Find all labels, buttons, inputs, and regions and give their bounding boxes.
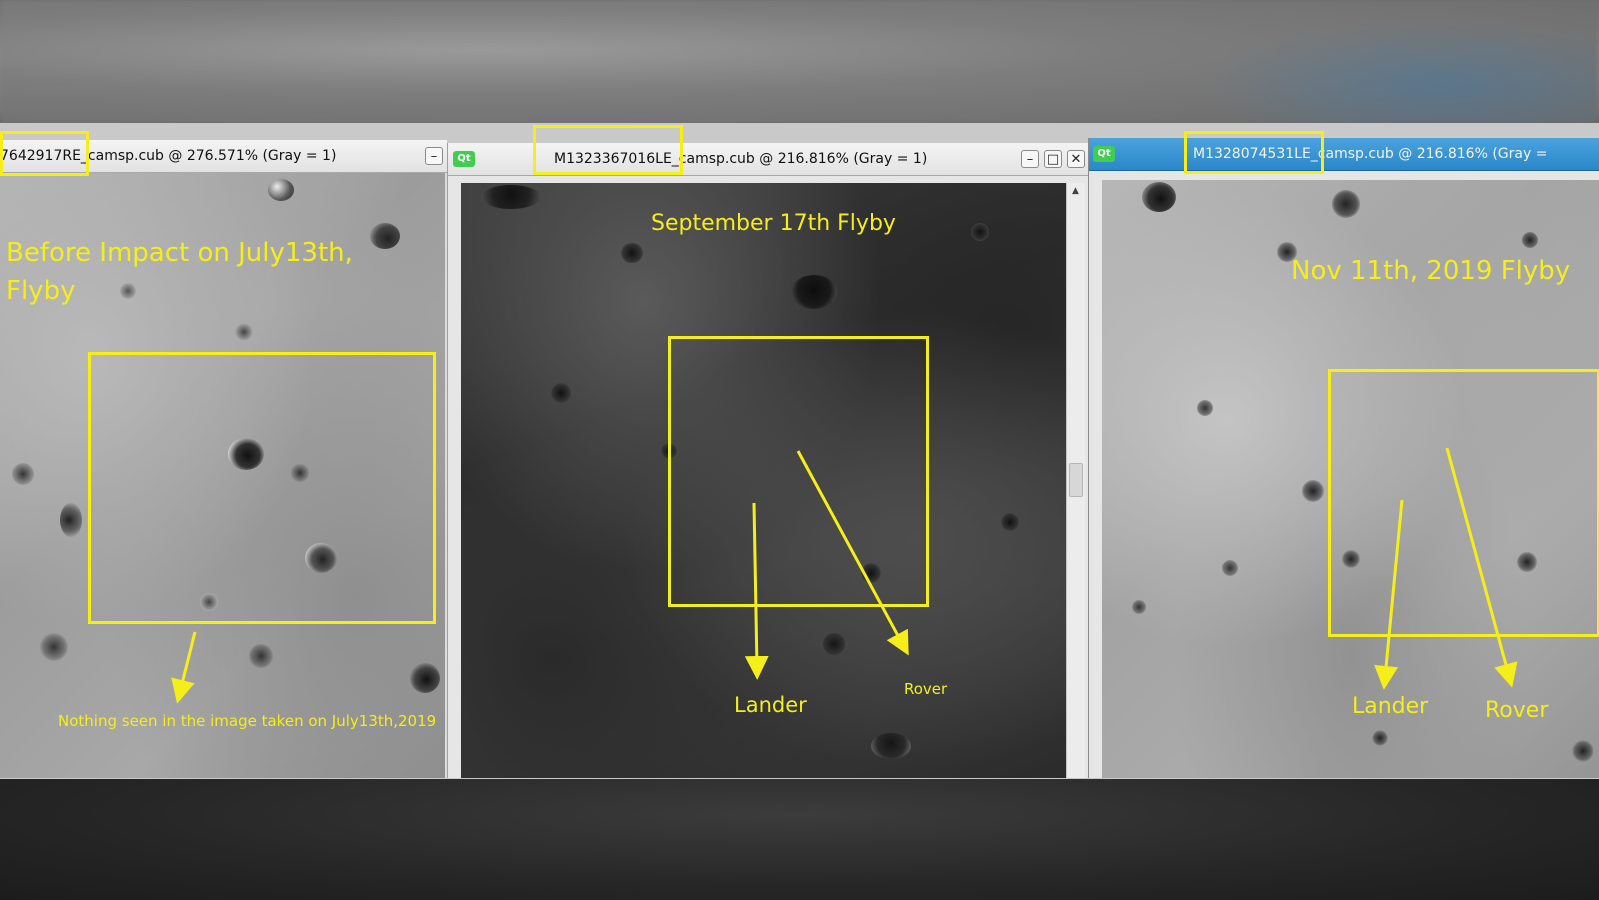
blurred-background-top <box>0 0 1599 130</box>
image-window-november: Qt M1328074531LE_camsp.cub @ 216.816% (G… <box>1088 138 1599 778</box>
arrow-annotation <box>171 631 197 704</box>
image-window-september: Qt M1323367016LE_camsp.cub @ 216.816% (G… <box>447 143 1089 778</box>
arrow-annotation <box>744 450 909 680</box>
blurred-background-bottom <box>0 778 1599 900</box>
title-id-highlight-box <box>533 125 683 175</box>
arrow-annotation <box>1374 447 1518 690</box>
title-id-highlight-box <box>0 131 89 176</box>
image-window-july: 7642917RE_camsp.cub @ 276.571% (Gray = 1… <box>0 140 447 778</box>
title-id-highlight-box <box>1184 131 1324 174</box>
